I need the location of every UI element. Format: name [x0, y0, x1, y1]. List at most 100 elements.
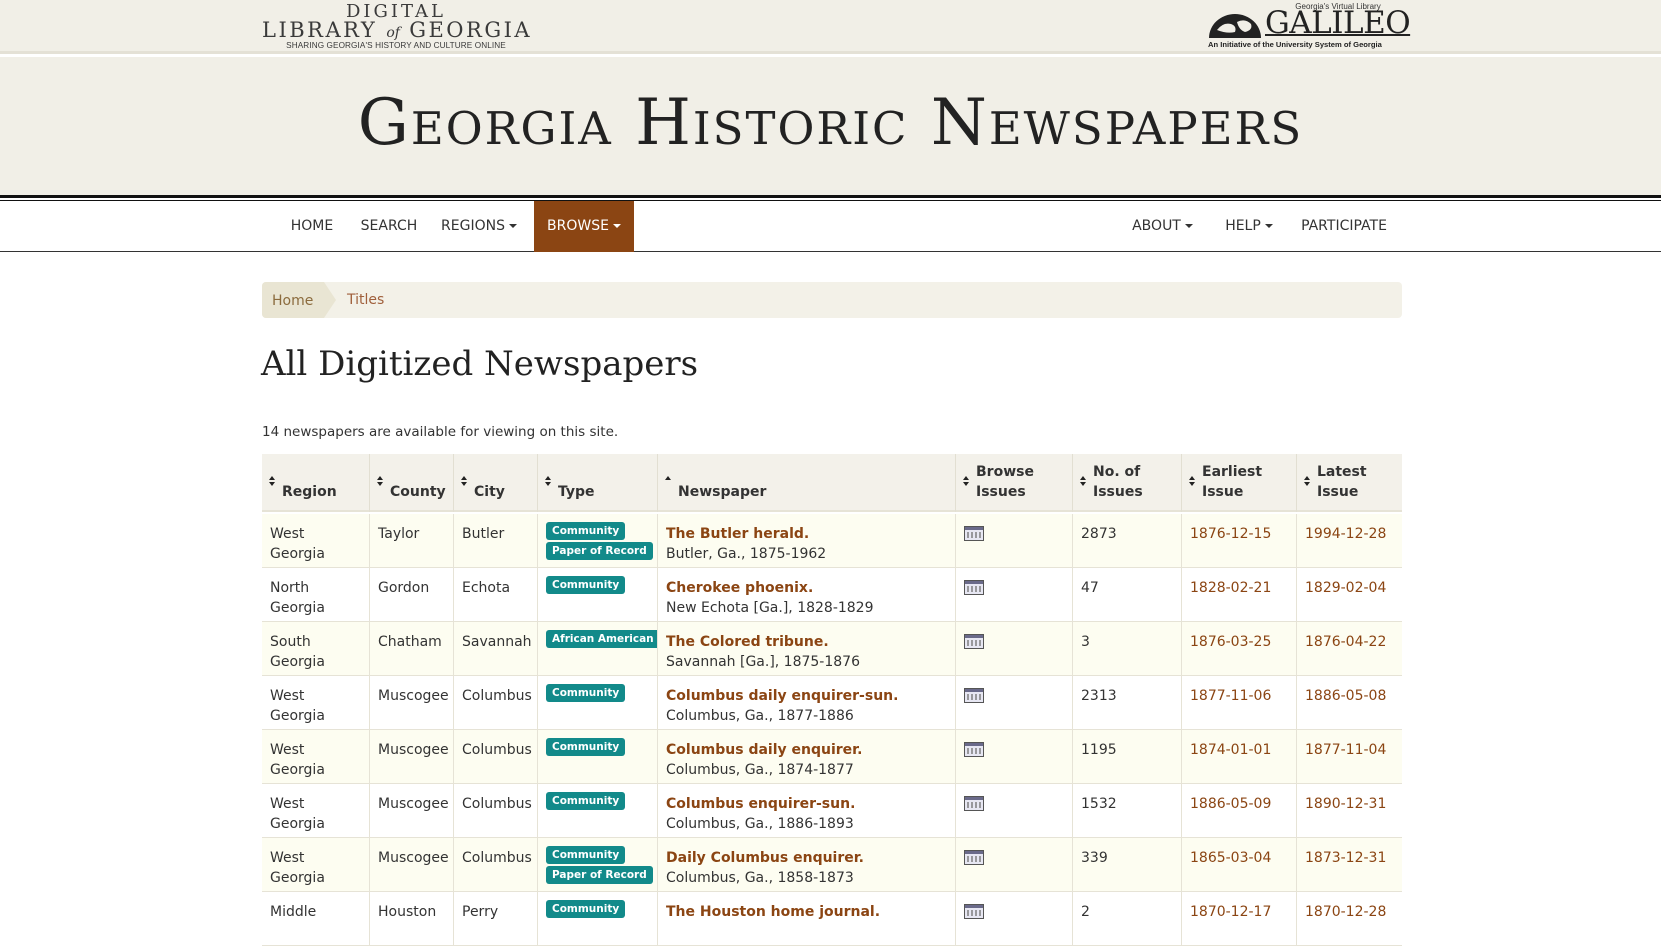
earliest-issue-link[interactable]: 1828-02-21 — [1190, 580, 1271, 596]
issues-text: 47 — [1081, 580, 1099, 596]
earliest-issue-link[interactable]: 1865-03-04 — [1190, 850, 1271, 866]
nav-home[interactable]: HOME — [277, 201, 347, 252]
site-title[interactable]: Georgia Historic Newspapers — [0, 83, 1661, 163]
earliest-issue-link[interactable]: 1877-11-06 — [1190, 688, 1271, 704]
galileo-name: GALILEO — [1265, 5, 1411, 41]
earliest-issue-link[interactable]: 1874-01-01 — [1190, 742, 1271, 758]
breadcrumb: Home Titles — [262, 282, 1402, 318]
cell-latest: 1886-05-08 — [1297, 676, 1402, 730]
latest-issue-link[interactable]: 1877-11-04 — [1305, 742, 1386, 758]
newspaper-place-dates: Columbus, Ga., 1877-1886 — [666, 708, 854, 724]
earliest-issue-link[interactable]: 1876-03-25 — [1190, 634, 1271, 650]
cell-region: West Georgia — [262, 838, 370, 892]
cell-earliest: 1886-05-09 — [1182, 784, 1297, 838]
calendar-icon[interactable] — [964, 904, 984, 919]
latest-issue-link[interactable]: 1886-05-08 — [1305, 688, 1386, 704]
cell-browse — [956, 514, 1073, 568]
cell-browse — [956, 676, 1073, 730]
col-header-county[interactable]: County — [370, 454, 454, 512]
nav-help-dropdown[interactable]: HELP — [1218, 201, 1280, 252]
col-header-city[interactable]: City — [454, 454, 538, 512]
issues-text: 2 — [1081, 904, 1090, 920]
col-header-newspaper[interactable]: Newspaper — [658, 454, 956, 512]
cell-earliest: 1870-12-17 — [1182, 892, 1297, 946]
cell-county: Houston — [370, 892, 454, 946]
cell-browse — [956, 784, 1073, 838]
latest-issue-link[interactable]: 1829-02-04 — [1305, 580, 1386, 596]
breadcrumb-home[interactable]: Home — [262, 282, 324, 318]
nav-regions-dropdown[interactable]: REGIONS — [432, 201, 526, 252]
col-header-latest-issue[interactable]: Latest Issue — [1297, 454, 1402, 512]
cell-newspaper: Columbus daily enquirer-sun. Columbus, Ga… — [658, 676, 956, 730]
newspaper-title-link[interactable]: The Colored tribune. — [666, 632, 947, 652]
calendar-icon[interactable] — [964, 688, 984, 703]
city-text: Columbus — [462, 742, 532, 758]
cell-newspaper: Columbus enquirer-sun. Columbus, Ga., 188… — [658, 784, 956, 838]
latest-issue-link[interactable]: 1994-12-28 — [1305, 526, 1386, 542]
cell-city: Perry — [454, 892, 538, 946]
caret-down-icon — [508, 224, 517, 228]
latest-issue-link[interactable]: 1873-12-31 — [1305, 850, 1386, 866]
calendar-icon[interactable] — [964, 580, 984, 595]
newspaper-title-link[interactable]: Columbus enquirer-sun. — [666, 794, 947, 814]
col-header-earliest-issue[interactable]: Earliest Issue — [1182, 454, 1297, 512]
sort-icon — [1304, 476, 1312, 488]
table-row: West Georgia Muscogee Columbus Community Pap… — [262, 838, 1402, 892]
col-header-browse-issues[interactable]: Browse Issues — [956, 454, 1073, 512]
cell-browse — [956, 622, 1073, 676]
latest-issue-link[interactable]: 1870-12-28 — [1305, 904, 1386, 920]
calendar-icon[interactable] — [964, 526, 984, 541]
nav-browse-dropdown[interactable]: BROWSE — [534, 201, 634, 252]
newspaper-title-link[interactable]: Daily Columbus enquirer. — [666, 848, 947, 868]
earliest-issue-link[interactable]: 1886-05-09 — [1190, 796, 1271, 812]
calendar-icon[interactable] — [964, 634, 984, 649]
nav-search[interactable]: SEARCH — [353, 201, 425, 252]
type-badge: Community — [546, 576, 626, 594]
newspaper-title-link[interactable]: Columbus daily enquirer. — [666, 740, 947, 760]
newspaper-title-link[interactable]: The Houston home journal. — [666, 902, 947, 922]
sort-icon — [269, 476, 277, 488]
cell-issues: 2 — [1073, 892, 1182, 946]
cell-type: Community — [538, 784, 658, 838]
col-header-no-of-issues[interactable]: No. of Issues — [1073, 454, 1182, 512]
newspaper-title-link[interactable]: Cherokee phoenix. — [666, 578, 947, 598]
dlg-logo[interactable]: DIGITAL LIBRARY of GEORGIA SHARING GEORG… — [262, 2, 532, 52]
cell-type: African American — [538, 622, 658, 676]
breadcrumb-separator — [324, 282, 336, 318]
county-text: Muscogee — [378, 796, 449, 812]
region-text: West Georgia — [270, 796, 325, 832]
calendar-icon[interactable] — [964, 742, 984, 757]
county-text: Muscogee — [378, 688, 449, 704]
newspaper-title-link[interactable]: The Butler herald. — [666, 524, 947, 544]
main-navbar: HOME SEARCH REGIONS BROWSE ABOUT HELP PA… — [0, 201, 1661, 252]
cell-earliest: 1876-12-15 — [1182, 514, 1297, 568]
globe-icon — [1209, 14, 1261, 38]
sort-icon — [461, 476, 469, 488]
earliest-issue-link[interactable]: 1876-12-15 — [1190, 526, 1271, 542]
cell-issues: 1532 — [1073, 784, 1182, 838]
type-badge: Community — [546, 900, 626, 918]
latest-issue-link[interactable]: 1890-12-31 — [1305, 796, 1386, 812]
latest-issue-link[interactable]: 1876-04-22 — [1305, 634, 1386, 650]
sort-icon — [1080, 476, 1088, 488]
newspaper-title-link[interactable]: Columbus daily enquirer-sun. — [666, 686, 947, 706]
cell-region: West Georgia — [262, 676, 370, 730]
cell-region: South Georgia — [262, 622, 370, 676]
nav-participate[interactable]: PARTICIPATE — [1298, 201, 1390, 252]
type-badge: Community — [546, 522, 626, 540]
col-header-type[interactable]: Type — [538, 454, 658, 512]
issues-text: 2873 — [1081, 526, 1117, 542]
nav-about-dropdown[interactable]: ABOUT — [1124, 201, 1201, 252]
cell-county: Muscogee — [370, 838, 454, 892]
earliest-issue-link[interactable]: 1870-12-17 — [1190, 904, 1271, 920]
issues-text: 339 — [1081, 850, 1108, 866]
calendar-icon[interactable] — [964, 796, 984, 811]
cell-county: Chatham — [370, 622, 454, 676]
galileo-logo[interactable]: Georgia's Virtual Library GALILEO An Ini… — [1205, 2, 1411, 50]
col-header-region[interactable]: Region — [262, 454, 370, 512]
dlg-logo-tagline: SHARING GEORGIA'S HISTORY AND CULTURE ON… — [286, 41, 506, 50]
calendar-icon[interactable] — [964, 850, 984, 865]
type-badge: Paper of Record — [546, 866, 653, 884]
cell-region: West Georgia — [262, 514, 370, 568]
type-badge: Community — [546, 738, 626, 756]
